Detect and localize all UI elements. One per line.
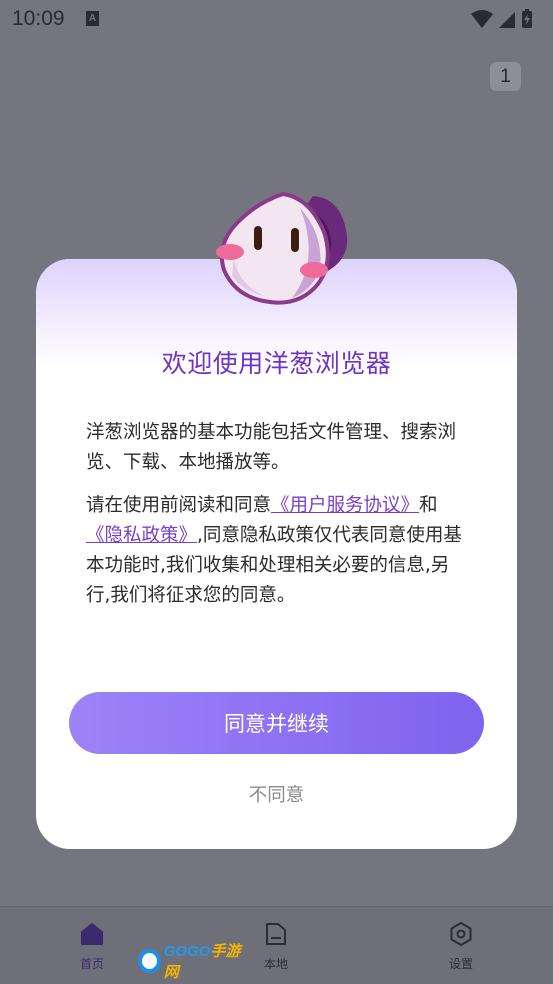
nav-item-local[interactable]: 本地 bbox=[246, 921, 306, 972]
notification-a-icon: A bbox=[86, 11, 99, 26]
battery-icon bbox=[522, 9, 532, 28]
settings-icon bbox=[450, 922, 472, 946]
nav-item-home[interactable]: 首页 bbox=[62, 921, 122, 972]
nav-label-home: 首页 bbox=[79, 957, 104, 971]
privacy-policy-link[interactable]: 《隐私政策》 bbox=[86, 525, 197, 546]
paragraph2-prefix: 请在使用前阅读和同意 bbox=[86, 495, 272, 516]
watermark-text-a: GOGO bbox=[163, 943, 211, 960]
decline-button[interactable]: 不同意 bbox=[216, 778, 337, 810]
user-agreement-link[interactable]: 《用户服务协议》 bbox=[271, 495, 419, 516]
agree-continue-button[interactable]: 同意并继续 bbox=[69, 692, 484, 754]
nav-item-settings[interactable]: 设置 bbox=[431, 921, 491, 972]
status-time: 10:09 bbox=[12, 7, 65, 30]
tab-count-button[interactable]: 1 bbox=[490, 62, 521, 91]
watermark-circle-icon bbox=[138, 949, 161, 973]
status-icons bbox=[469, 8, 539, 35]
status-bar: 10:09 A bbox=[0, 0, 553, 40]
paragraph2-mid: 和 bbox=[419, 495, 438, 516]
watermark-logo: GOGO手游网 bbox=[138, 943, 248, 981]
nav-label-settings: 设置 bbox=[448, 957, 473, 971]
home-icon bbox=[81, 923, 103, 945]
wifi-icon bbox=[471, 10, 493, 28]
bottom-nav: 首页 本地 设置 bbox=[0, 906, 553, 984]
folder-icon bbox=[266, 923, 286, 945]
dialog-paragraph-1: 洋葱浏览器的基本功能包括文件管理、搜索浏览、下载、本地播放等。 bbox=[86, 422, 457, 473]
nav-label-local: 本地 bbox=[263, 957, 288, 971]
onion-mascot-icon bbox=[216, 191, 348, 305]
signal-icon bbox=[499, 12, 515, 28]
dialog-title: 欢迎使用洋葱浏览器 bbox=[161, 349, 392, 378]
dialog-paragraph-2: 请在使用前阅读和同意《用户服务协议》和《隐私政策》,同意隐私政策仅代表同意使用基… bbox=[86, 491, 471, 611]
